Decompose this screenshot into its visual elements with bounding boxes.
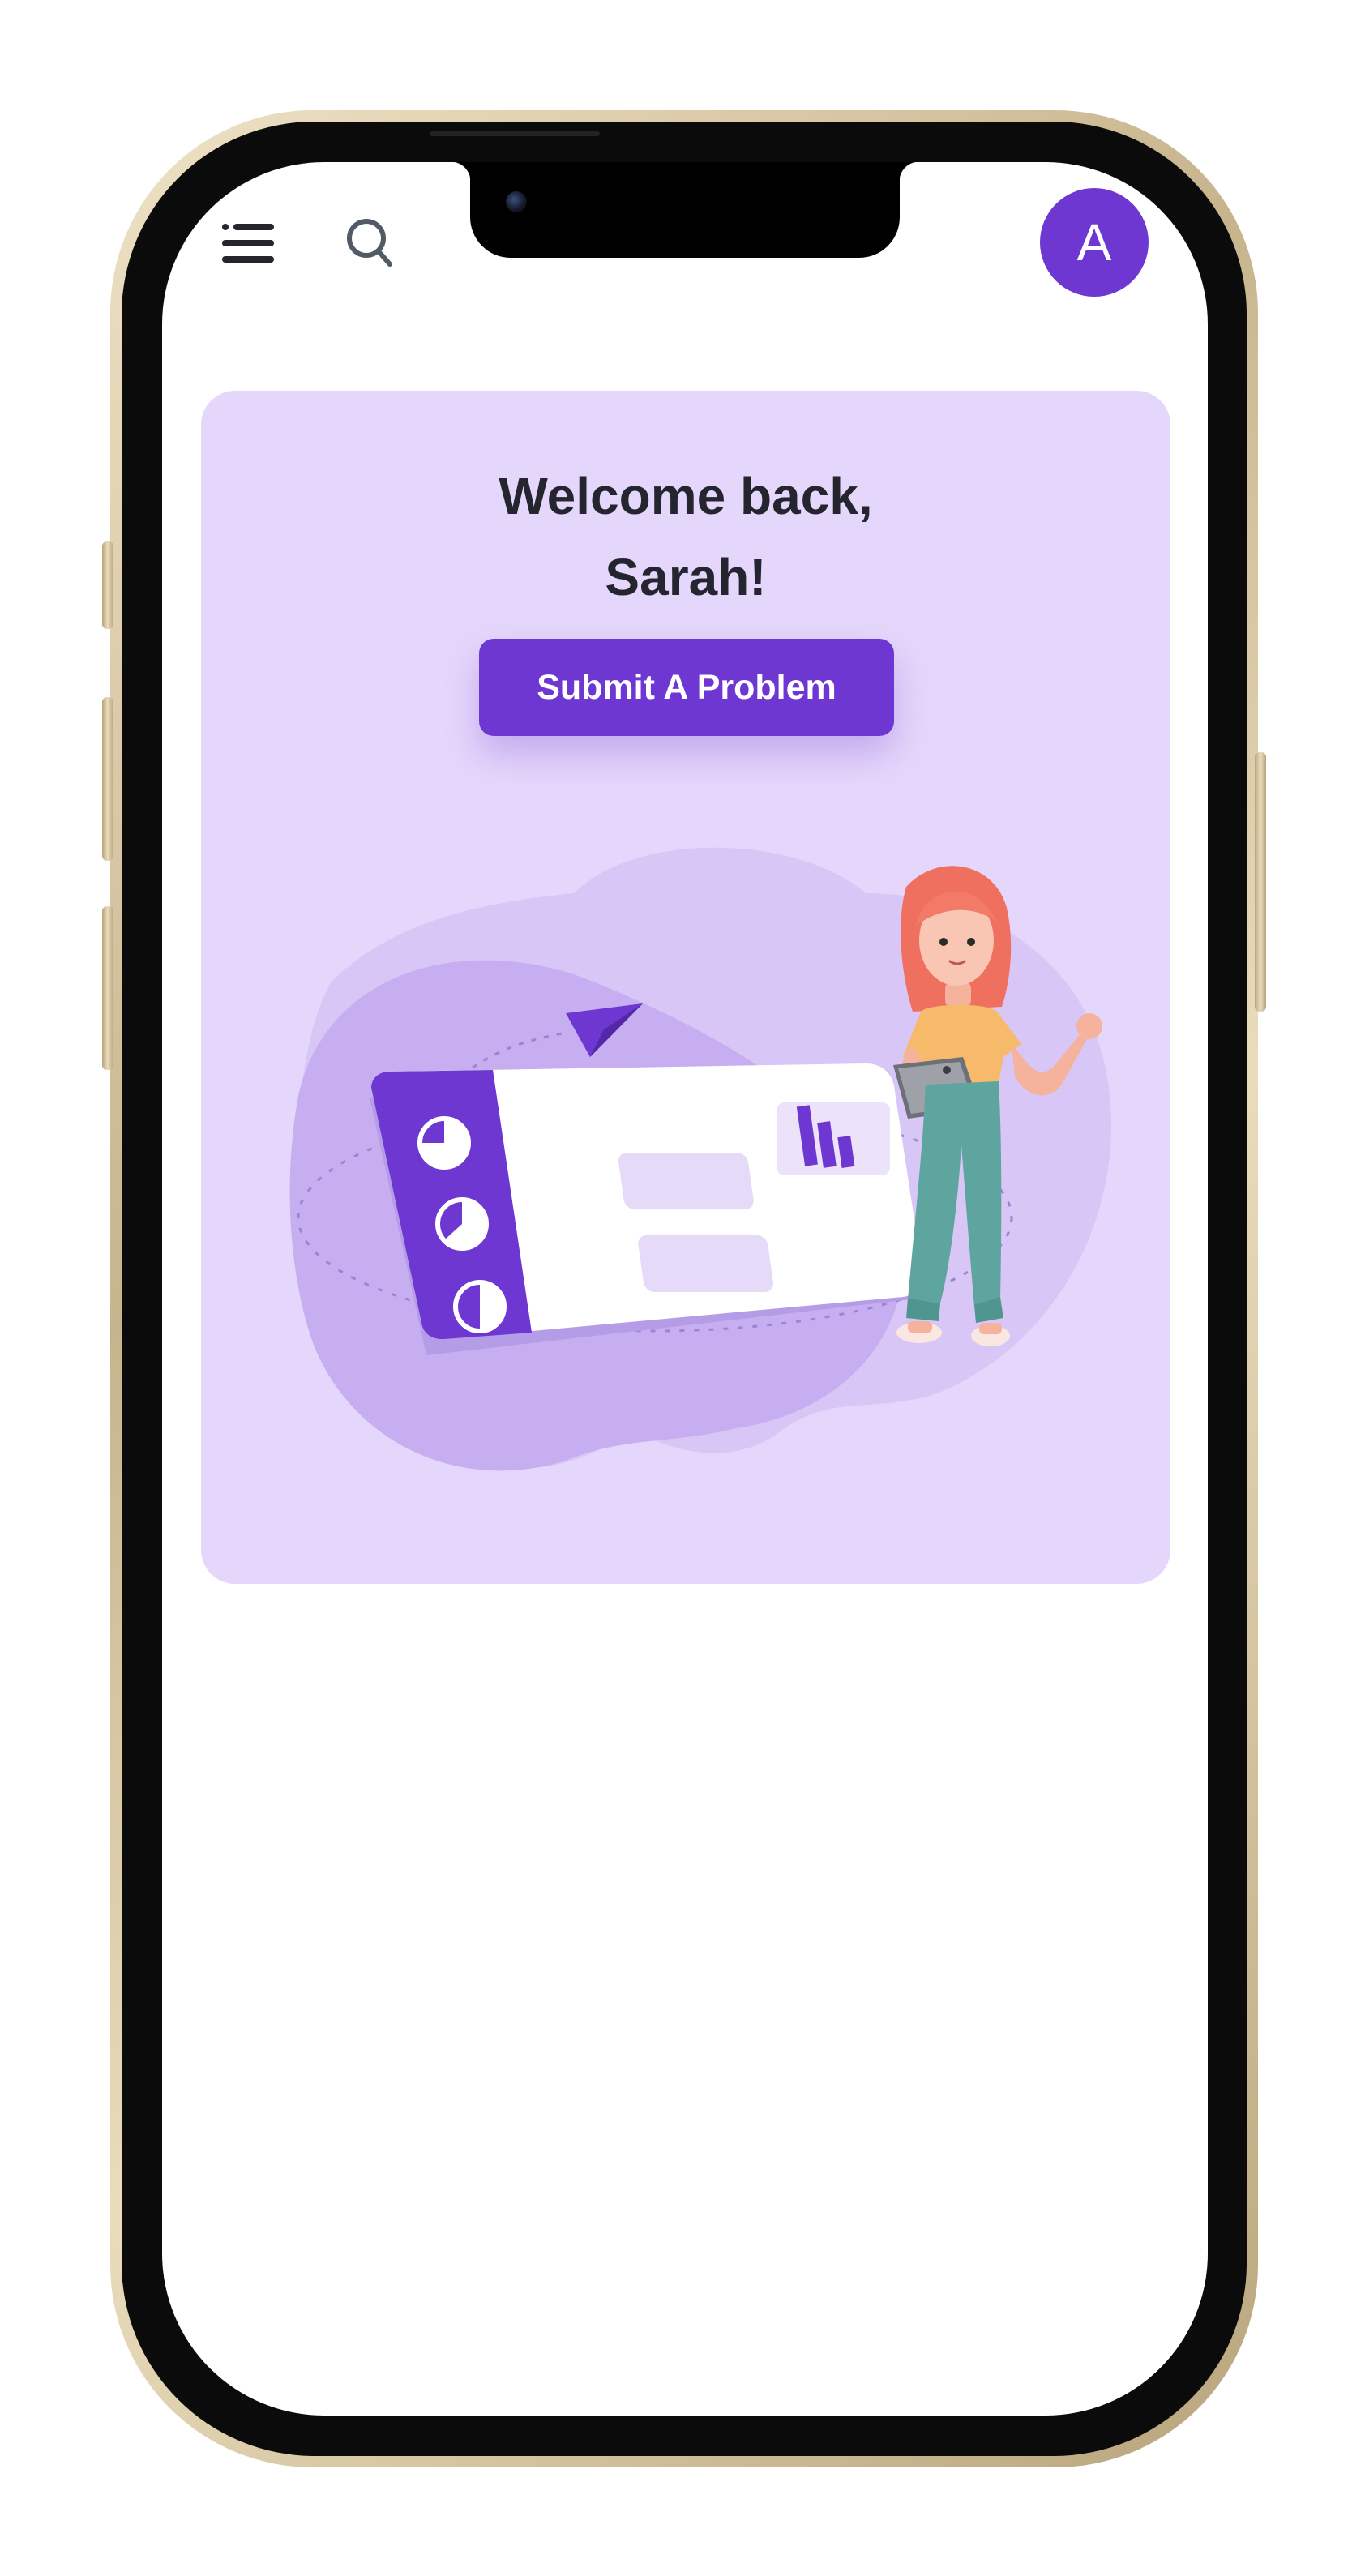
- woman-with-tablet-dashboard-illustration: [289, 847, 1112, 1471]
- welcome-line-2: Sarah!: [605, 548, 767, 606]
- phone-volume-up-button: [102, 697, 113, 861]
- welcome-line-1: Welcome back,: [499, 467, 873, 525]
- search-icon[interactable]: [344, 216, 395, 269]
- phone-silent-switch: [102, 541, 113, 629]
- welcome-card: Welcome back, Sarah! Submit A Problem: [201, 391, 1170, 1584]
- phone-volume-down-button: [102, 906, 113, 1070]
- phone-screen: A Welcome back, Sarah! Submit A Problem: [162, 162, 1208, 2416]
- phone-power-button: [1255, 752, 1266, 1012]
- phone-notch: [451, 162, 919, 258]
- welcome-heading: Welcome back, Sarah!: [201, 456, 1170, 618]
- hamburger-menu-icon[interactable]: [219, 219, 277, 267]
- user-avatar-button[interactable]: A: [1040, 188, 1149, 297]
- phone-speaker-grille: [430, 131, 600, 136]
- submit-problem-button[interactable]: Submit A Problem: [479, 639, 894, 736]
- front-camera: [506, 191, 527, 212]
- pie-chart-icon: [417, 1116, 471, 1170]
- dashboard-panel: [371, 1063, 923, 1340]
